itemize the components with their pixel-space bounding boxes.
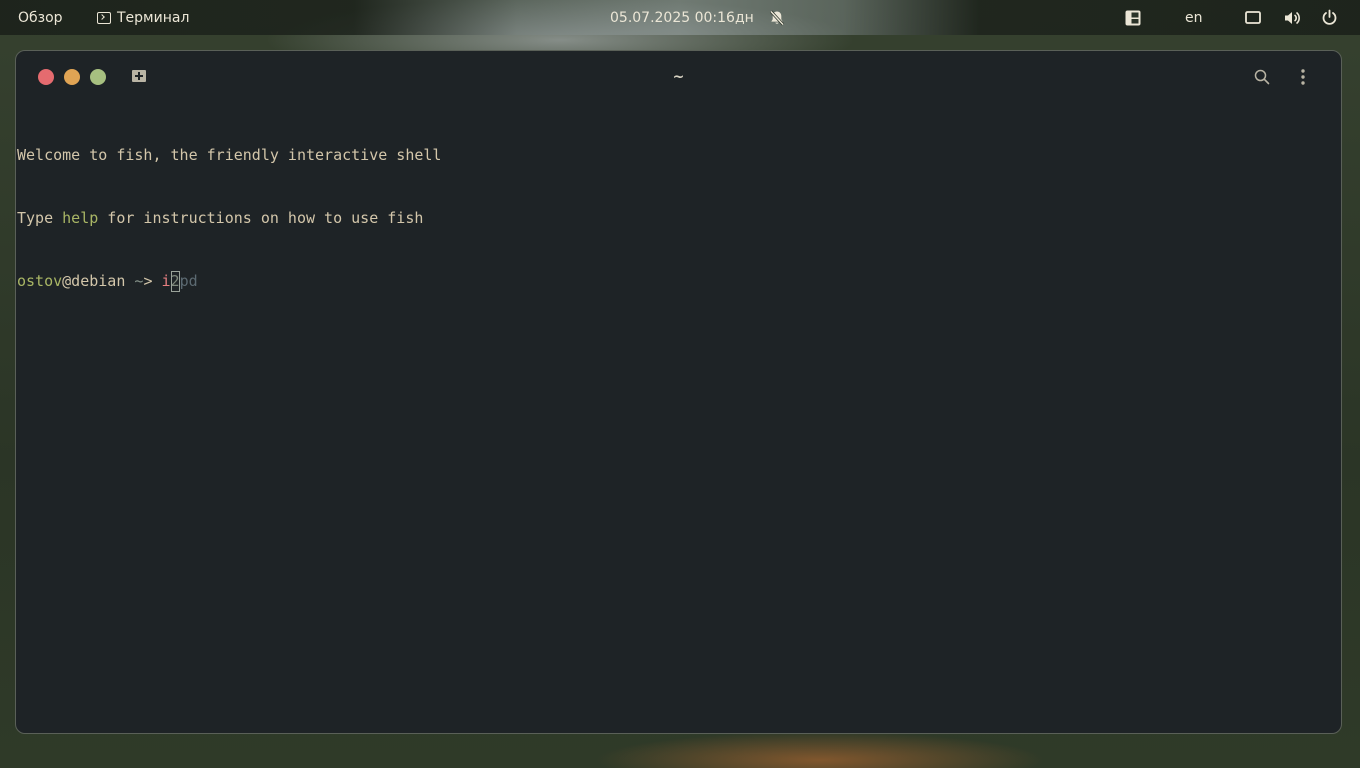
prompt-host: @debian <box>62 272 126 290</box>
clock-button[interactable]: 05.07.2025 00:16дн <box>610 0 754 35</box>
overview-button[interactable]: Обзор <box>18 0 63 35</box>
keyboard-language-indicator[interactable]: en <box>1185 0 1203 35</box>
clock-label: 05.07.2025 00:16дн <box>610 9 754 26</box>
close-window-button[interactable] <box>38 69 54 85</box>
help-line: Type help for instructions on how to use… <box>17 208 1341 229</box>
search-icon[interactable] <box>1253 68 1271 86</box>
app-menu-label: Терминал <box>117 9 190 26</box>
terminal-output[interactable]: Welcome to fish, the friendly interactiv… <box>17 103 1341 733</box>
text-cursor: 2 <box>170 271 180 292</box>
terminal-window: ~ Welcome to fish, the friendly interact… <box>15 50 1342 734</box>
prompt-line[interactable]: ostov@debian ~> i2pd <box>17 271 1341 292</box>
prompt-symbol: > <box>143 272 162 290</box>
help-command: help <box>62 209 99 227</box>
screen-icon[interactable] <box>1245 0 1261 35</box>
help-prefix: Type <box>17 209 63 227</box>
maximize-window-button[interactable] <box>90 69 106 85</box>
minimize-window-button[interactable] <box>64 69 80 85</box>
kebab-menu-icon[interactable] <box>1296 68 1310 86</box>
bell-muted-icon[interactable] <box>768 0 786 35</box>
prompt-cwd: ~ <box>125 272 144 290</box>
window-titlebar[interactable]: ~ <box>16 51 1341 103</box>
language-label: en <box>1185 9 1203 26</box>
welcome-line: Welcome to fish, the friendly interactiv… <box>17 146 442 164</box>
window-title: ~ <box>672 69 685 85</box>
typed-command: i <box>161 272 171 290</box>
top-bar: Обзор Терминал 05.07.2025 00:16дн en <box>0 0 1360 35</box>
power-icon[interactable] <box>1321 0 1338 35</box>
terminal-icon <box>97 11 111 24</box>
new-tab-icon[interactable] <box>132 70 146 82</box>
volume-icon[interactable] <box>1284 0 1302 35</box>
help-suffix: for instructions on how to use fish <box>98 209 424 227</box>
app-menu-button[interactable]: Терминал <box>97 0 189 35</box>
layout-icon[interactable] <box>1125 0 1141 35</box>
prompt-user: ostov <box>17 272 63 290</box>
autosuggestion: pd <box>179 272 198 290</box>
overview-label: Обзор <box>18 9 63 26</box>
